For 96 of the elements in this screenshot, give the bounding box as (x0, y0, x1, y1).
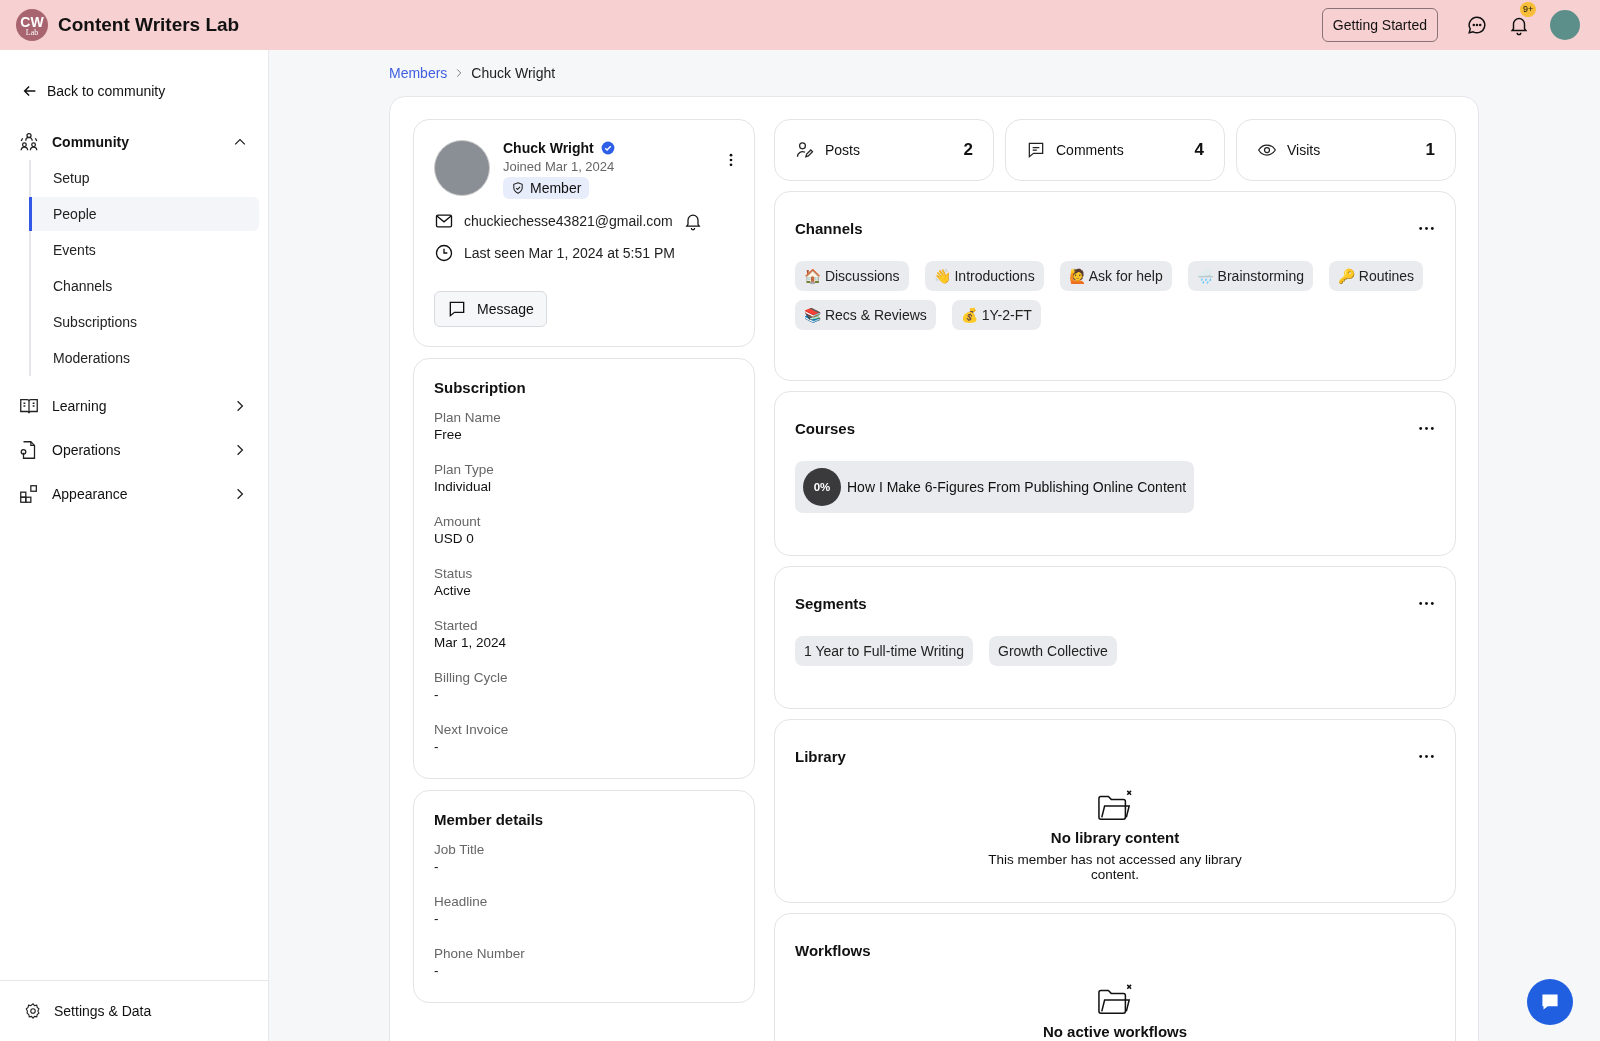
message-icon (447, 299, 467, 319)
field-label: Headline (434, 894, 489, 909)
sidebar-item[interactable]: Moderations (31, 341, 259, 375)
people-group-icon (18, 131, 40, 153)
member-avatar (434, 140, 490, 196)
more-options-icon[interactable] (1418, 426, 1435, 431)
card-title: Segments (795, 595, 867, 612)
card-title: Workflows (795, 942, 871, 959)
sidebar-item[interactable]: People (29, 197, 259, 231)
section-label: Operations (52, 442, 122, 458)
course-item[interactable]: 0% How I Make 6-Figures From Publishing Online Content (795, 461, 1195, 513)
empty-folder-icon (1096, 789, 1134, 823)
stat-value: 2 (963, 140, 973, 160)
field-label: Plan Type (434, 462, 495, 477)
user-avatar[interactable] (1550, 10, 1580, 40)
field-label: Status (434, 566, 474, 581)
channel-tag[interactable]: 🌧 Brainstorming (1187, 261, 1313, 291)
settings-label: Settings & Data (54, 1003, 152, 1019)
sidebar-item[interactable]: Events (31, 233, 259, 267)
community-title: Content Writers Lab (58, 14, 240, 36)
settings-link[interactable]: Settings & Data (0, 980, 268, 1041)
settings-icon (24, 1002, 42, 1020)
field-value: Active (434, 583, 472, 598)
community-logo[interactable]: CW Lab (16, 9, 48, 41)
empty-folder-icon (1096, 983, 1134, 1017)
sidebar-item[interactable]: Channels (31, 269, 259, 303)
field-value: Individual (434, 479, 493, 494)
card-title: Member details (434, 811, 545, 828)
breadcrumb-link[interactable]: Members (389, 65, 448, 81)
clock-icon (434, 243, 454, 263)
chat-icon[interactable] (1466, 14, 1488, 36)
member-email: chuckiechesse43821@gmail.com (464, 213, 673, 229)
more-options-icon[interactable] (1418, 754, 1435, 759)
stat-label: Comments (1056, 142, 1125, 158)
stat-label: Posts (825, 142, 861, 158)
chat-launcher-button[interactable] (1527, 979, 1573, 1025)
getting-started-button[interactable]: Getting Started (1321, 8, 1438, 42)
stat-value: 4 (1194, 140, 1204, 160)
stat-value: 1 (1425, 140, 1435, 160)
breadcrumb-current: Chuck Wright (471, 65, 556, 81)
field-value: Free (434, 427, 463, 442)
field-label: Job Title (434, 842, 486, 857)
field-value: - (434, 859, 440, 874)
role-badge: Member (503, 177, 590, 199)
shield-icon (511, 181, 525, 195)
channel-tag[interactable]: 📚 Recs & Reviews (795, 300, 936, 330)
channel-tag[interactable]: 🔑 Routines (1328, 261, 1424, 291)
stat-label: Visits (1287, 142, 1322, 158)
field-value: - (434, 911, 440, 926)
more-options-icon[interactable] (1418, 601, 1435, 606)
field-value: USD 0 (434, 531, 475, 546)
back-link[interactable]: Back to community (0, 82, 268, 100)
section-label: Community (52, 134, 130, 150)
blocks-icon (18, 483, 40, 505)
notification-count-badge: 9+ (1520, 2, 1537, 17)
message-button[interactable]: Message (434, 291, 547, 327)
field-value: - (434, 739, 440, 754)
sidebar-section[interactable]: Community (0, 128, 268, 156)
segment-tag[interactable]: Growth Collective (989, 636, 1117, 666)
person-edit-icon (795, 140, 815, 160)
member-name: Chuck Wright (503, 140, 594, 156)
section-label: Appearance (52, 486, 129, 502)
channel-tag[interactable]: 💰 1Y-2-FT (951, 300, 1041, 330)
comment-icon (1026, 140, 1046, 160)
field-label: Started (434, 618, 479, 633)
field-value: - (434, 687, 440, 702)
field-label: Phone Number (434, 946, 526, 961)
empty-state-text: This member has not accessed any library content. (987, 852, 1243, 882)
channel-tag[interactable]: 🏠 Discussions (795, 261, 909, 291)
card-title: Subscription (434, 379, 527, 396)
joined-date: Joined Mar 1, 2024 (503, 159, 615, 174)
course-title: How I Make 6-Figures From Publishing Online Content (847, 479, 1187, 495)
more-options-icon[interactable] (728, 152, 734, 168)
section-label: Learning (52, 398, 108, 414)
field-value: Mar 1, 2024 (434, 635, 508, 650)
card-title: Courses (795, 420, 856, 437)
last-seen-text: Last seen Mar 1, 2024 at 5:51 PM (464, 245, 675, 261)
field-value: - (434, 963, 440, 978)
channel-tag[interactable]: 🙋 Ask for help (1059, 261, 1172, 291)
field-label: Amount (434, 514, 482, 529)
card-title: Library (795, 748, 846, 765)
field-label: Billing Cycle (434, 670, 509, 685)
empty-state-title: No library content (1050, 829, 1180, 846)
sidebar-item[interactable]: Subscriptions (31, 305, 259, 339)
channel-tag[interactable]: 👋 Introductions (924, 261, 1044, 291)
sidebar-section[interactable]: Learning (0, 392, 268, 420)
sidebar-item[interactable]: Setup (31, 161, 259, 195)
more-options-icon[interactable] (1418, 226, 1435, 231)
progress-badge: 0% (803, 468, 841, 506)
segment-tag[interactable]: 1 Year to Full-time Writing (795, 636, 974, 666)
field-label: Plan Name (434, 410, 502, 425)
empty-state-title: No active workflows (1042, 1023, 1188, 1040)
card-title: Channels (795, 220, 863, 237)
sidebar-section[interactable]: Appearance (0, 480, 268, 508)
field-label: Next Invoice (434, 722, 510, 737)
sidebar-section[interactable]: Operations (0, 436, 268, 464)
